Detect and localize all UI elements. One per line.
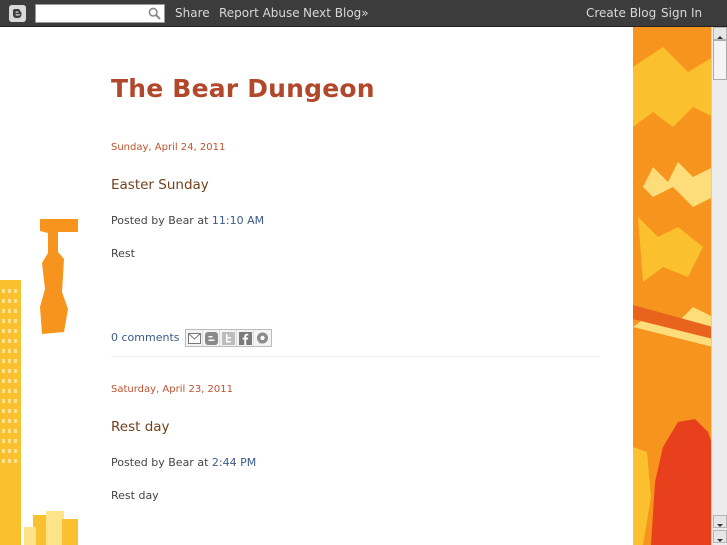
scroll-up-button[interactable]: [713, 27, 727, 40]
blogger-logo-icon[interactable]: [9, 5, 26, 22]
search-input[interactable]: [38, 6, 146, 21]
post-title[interactable]: Easter Sunday: [111, 177, 209, 193]
blog-title[interactable]: The Bear Dungeon: [111, 74, 375, 103]
blogthis-icon: [204, 331, 218, 345]
facebook-button[interactable]: [237, 330, 254, 346]
date-header: Saturday, April 23, 2011: [111, 384, 233, 395]
facebook-icon: [238, 331, 252, 345]
scroll-down-button-2[interactable]: [713, 530, 727, 543]
email-button[interactable]: [186, 330, 203, 346]
arrow-down-icon: [717, 539, 723, 542]
post-timestamp-link[interactable]: 2:44 PM: [212, 456, 256, 469]
share-link[interactable]: Share: [175, 6, 210, 20]
post-author: Posted by Bear at: [111, 456, 212, 469]
post-timestamp-link[interactable]: 11:10 AM: [212, 214, 264, 227]
post-title[interactable]: Rest day: [111, 419, 170, 435]
blogger-navbar: Share Report Abuse Next Blog» Create Blo…: [0, 0, 727, 27]
buzz-button[interactable]: [254, 330, 271, 346]
twitter-icon: [221, 331, 235, 345]
right-decoration: [633, 27, 713, 545]
next-blog-link[interactable]: Next Blog»: [303, 6, 369, 20]
page: Share Report Abuse Next Blog» Create Blo…: [0, 0, 727, 545]
scroll-thumb[interactable]: [713, 40, 727, 80]
comments-link[interactable]: 0 comments: [111, 331, 180, 344]
report-abuse-link[interactable]: Report Abuse: [219, 6, 300, 20]
share-buttons: [185, 329, 272, 347]
post-body: Rest day: [111, 489, 159, 502]
post-footer: Posted by Bear at 2:44 PM: [111, 456, 256, 469]
post-footer: Posted by Bear at 11:10 AM: [111, 214, 264, 227]
email-icon: [187, 332, 201, 344]
sign-in-link[interactable]: Sign In: [661, 6, 702, 20]
left-decoration: [0, 219, 78, 545]
create-blog-link[interactable]: Create Blog: [586, 6, 656, 20]
post-divider: [111, 356, 600, 357]
post-author: Posted by Bear at: [111, 214, 212, 227]
twitter-button[interactable]: [220, 330, 237, 346]
scroll-down-button[interactable]: [713, 515, 727, 528]
buzz-icon: [257, 332, 268, 344]
search-icon[interactable]: [148, 7, 161, 20]
scrollbar[interactable]: [711, 27, 727, 545]
post-body: Rest: [111, 247, 135, 260]
date-header: Sunday, April 24, 2011: [111, 142, 226, 153]
blogthis-button[interactable]: [203, 330, 220, 346]
search-box[interactable]: [35, 4, 165, 23]
